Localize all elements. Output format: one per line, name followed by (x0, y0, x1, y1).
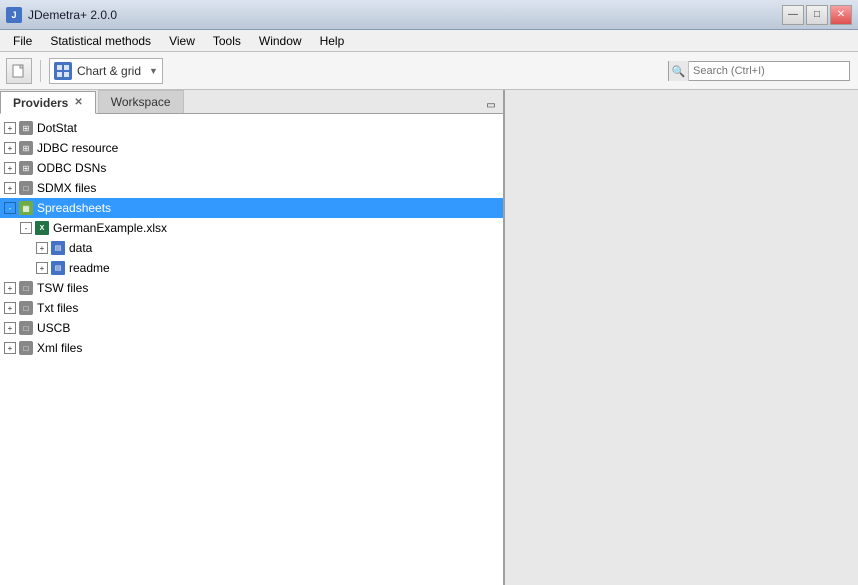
expand-txt[interactable]: + (4, 302, 16, 314)
jdbc-label: JDBC resource (37, 141, 118, 155)
search-bar: 🔍 (668, 60, 850, 82)
expand-sdmx[interactable]: + (4, 182, 16, 194)
txt-label: Txt files (37, 301, 78, 315)
tree-item-odbc[interactable]: + ⊞ ODBC DSNs (0, 158, 503, 178)
search-icon[interactable]: 🔍 (669, 61, 689, 81)
expand-uscb[interactable]: + (4, 322, 16, 334)
uscb-icon: □ (18, 320, 34, 336)
close-button[interactable]: ✕ (830, 5, 852, 25)
spreadsheets-icon: ▦ (18, 200, 34, 216)
tab-bar: Providers ✕ Workspace ▭ (0, 90, 503, 114)
readme-icon: ▤ (50, 260, 66, 276)
menu-statistical-methods[interactable]: Statistical methods (41, 31, 160, 51)
tree-item-data[interactable]: + ▤ data (0, 238, 503, 258)
expand-readme[interactable]: + (36, 262, 48, 274)
data-icon: ▤ (50, 240, 66, 256)
data-label: data (69, 241, 92, 255)
expand-spreadsheets[interactable]: - (4, 202, 16, 214)
toolbar-separator-1 (40, 60, 41, 82)
main-content: Providers ✕ Workspace ▭ + ⊞ DotStat + (0, 90, 858, 585)
spreadsheets-label: Spreadsheets (37, 201, 111, 215)
sdmx-label: SDMX files (37, 181, 96, 195)
tab-workspace[interactable]: Workspace (98, 90, 184, 113)
jdbc-icon: ⊞ (18, 140, 34, 156)
chart-grid-dropdown[interactable]: Chart & grid ▼ (49, 58, 163, 84)
tree-item-xml[interactable]: + □ Xml files (0, 338, 503, 358)
expand-xml[interactable]: + (4, 342, 16, 354)
search-wrap: 🔍 (668, 61, 850, 81)
menu-window[interactable]: Window (250, 31, 311, 51)
tree-item-readme[interactable]: + ▤ readme (0, 258, 503, 278)
tree-item-tsw[interactable]: + □ TSW files (0, 278, 503, 298)
sdmx-icon: □ (18, 180, 34, 196)
title-bar: J JDemetra+ 2.0.0 — □ ✕ (0, 0, 858, 30)
xml-label: Xml files (37, 341, 82, 355)
german-icon: X (34, 220, 50, 236)
tree-item-sdmx[interactable]: + □ SDMX files (0, 178, 503, 198)
readme-label: readme (69, 261, 110, 275)
menu-bar: File Statistical methods View Tools Wind… (0, 30, 858, 52)
expand-dotstat[interactable]: + (4, 122, 16, 134)
search-input[interactable] (689, 65, 849, 77)
odbc-icon: ⊞ (18, 160, 34, 176)
new-button[interactable] (6, 58, 32, 84)
txt-icon: □ (18, 300, 34, 316)
tree-view[interactable]: + ⊞ DotStat + ⊞ JDBC resource + ⊞ (0, 114, 503, 585)
tab-providers-close[interactable]: ✕ (74, 97, 82, 108)
menu-tools[interactable]: Tools (204, 31, 250, 51)
right-panel (505, 90, 858, 585)
menu-view[interactable]: View (160, 31, 204, 51)
tree-item-txt[interactable]: + □ Txt files (0, 298, 503, 318)
tree-item-uscb[interactable]: + □ USCB (0, 318, 503, 338)
expand-jdbc[interactable]: + (4, 142, 16, 154)
expand-data[interactable]: + (36, 242, 48, 254)
app-icon: J (6, 7, 22, 23)
tree-item-jdbc[interactable]: + ⊞ JDBC resource (0, 138, 503, 158)
maximize-button[interactable]: □ (806, 5, 828, 25)
chart-grid-arrow: ▼ (149, 66, 158, 76)
panel-collapse-btn[interactable]: ▭ (483, 97, 499, 113)
chart-grid-icon (54, 62, 72, 80)
tsw-icon: □ (18, 280, 34, 296)
german-label: GermanExample.xlsx (53, 221, 167, 235)
left-panel: Providers ✕ Workspace ▭ + ⊞ DotStat + (0, 90, 505, 585)
window-controls: — □ ✕ (782, 5, 852, 25)
expand-tsw[interactable]: + (4, 282, 16, 294)
tree-item-spreadsheets[interactable]: - ▦ Spreadsheets (0, 198, 503, 218)
minimize-button[interactable]: — (782, 5, 804, 25)
dotstat-label: DotStat (37, 121, 77, 135)
expand-odbc[interactable]: + (4, 162, 16, 174)
menu-help[interactable]: Help (311, 31, 354, 51)
chart-grid-label: Chart & grid (77, 64, 141, 78)
tsw-label: TSW files (37, 281, 88, 295)
xml-icon: □ (18, 340, 34, 356)
dotstat-icon: ⊞ (18, 120, 34, 136)
tree-item-dotstat[interactable]: + ⊞ DotStat (0, 118, 503, 138)
tree-item-german[interactable]: - X GermanExample.xlsx (0, 218, 503, 238)
odbc-label: ODBC DSNs (37, 161, 106, 175)
tab-providers[interactable]: Providers ✕ (0, 91, 96, 114)
menu-file[interactable]: File (4, 31, 41, 51)
app-title: JDemetra+ 2.0.0 (28, 8, 782, 22)
expand-german[interactable]: - (20, 222, 32, 234)
uscb-label: USCB (37, 321, 70, 335)
